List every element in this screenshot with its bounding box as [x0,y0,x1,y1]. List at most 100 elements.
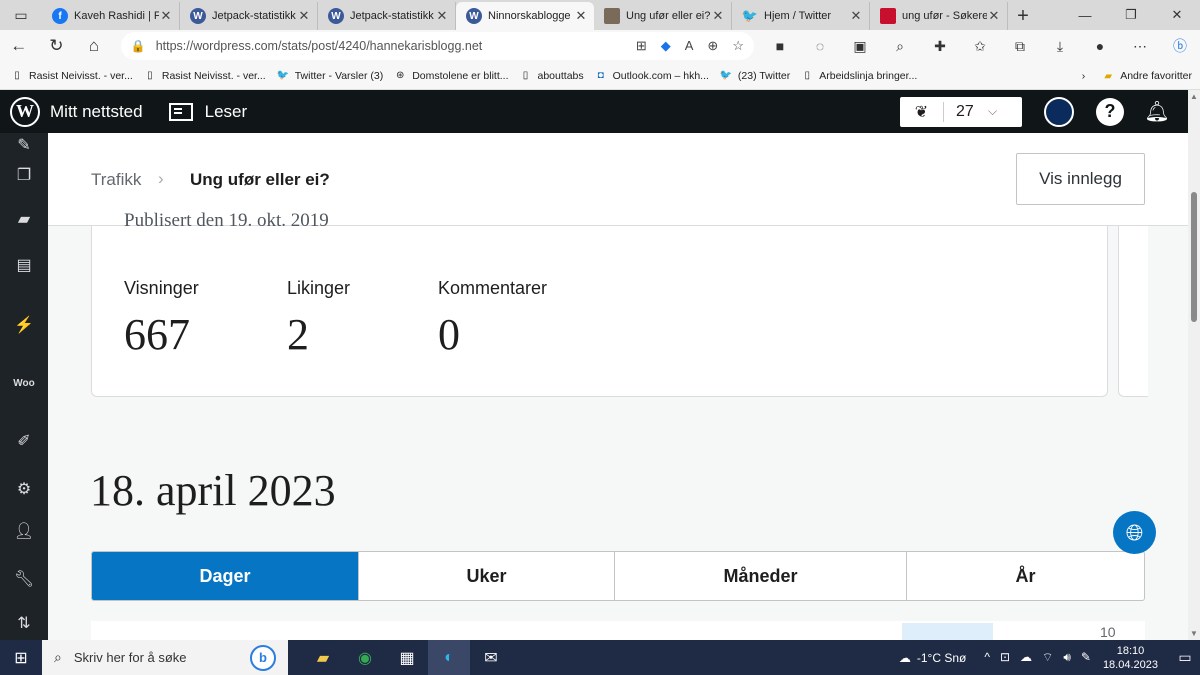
favorite-item[interactable]: ◘ Outlook.com – hkh... [594,69,709,83]
favorite-item[interactable]: ▯ Rasist Neivisst. - ver... [143,69,266,83]
profile-avatar[interactable]: ● [1080,30,1120,62]
taskbar-search[interactable]: ⌕ Skriv her for å søke b [42,640,288,675]
browser-tab-active[interactable]: W Ninnorskablogge ✕ [456,2,594,30]
feedback-icon[interactable]: ▤ [12,253,36,277]
favorites-icon[interactable]: ✩ [960,30,1000,62]
site-switcher[interactable]: ❦ 27 ⌵ [900,96,1022,127]
onedrive-icon[interactable]: ☁ [1020,650,1032,665]
weather-widget[interactable]: ☁ -1°C Snø [899,651,966,665]
favorite-item[interactable]: ▯ Arbeidslinja bringer... [800,69,917,83]
close-icon[interactable]: ✕ [159,8,173,24]
refresh-icon[interactable]: ↻ [38,30,76,62]
comments-icon[interactable]: ▰ [12,207,36,231]
scrollbar-thumb[interactable] [1191,192,1197,322]
favorite-item[interactable]: ▯ Rasist Neivisst. - ver... [10,69,133,83]
extension-black-icon[interactable]: ■ [760,30,800,62]
close-icon[interactable]: ✕ [574,8,588,24]
browser-tab[interactable]: Ung ufør eller ei? ✕ [594,2,732,30]
browser-tab[interactable]: f Kaveh Rashidi | Fa ✕ [42,2,180,30]
close-icon[interactable]: ✕ [711,8,725,24]
favorite-item[interactable]: 🐦 Twitter - Varsler (3) [276,69,383,83]
favorite-item[interactable]: ▯ abouttabs [519,69,584,83]
posts-icon[interactable]: ✎ [12,133,36,157]
tab-months[interactable]: Måneder [615,552,907,600]
coupon-icon[interactable]: ◆ [661,38,671,54]
notifications-bell-icon[interactable]: 🔔︎ [1144,100,1169,124]
stat-likes: Likinger 2 [287,278,350,360]
browser-tab[interactable]: W Jetpack-statistikk ✕ [318,2,456,30]
volume-icon[interactable]: 🔊︎ [1063,650,1071,665]
settings-icon[interactable]: ⇅ [12,611,36,635]
pen-icon[interactable]: ✎ [1081,650,1091,665]
collections-icon[interactable]: ⧉ [1000,30,1040,62]
add-favorite-icon[interactable]: ☆ [732,38,744,54]
more-menu-icon[interactable]: ⋯ [1120,30,1160,62]
browser-tab[interactable]: ung ufør - Søkere ✕ [870,2,1008,30]
favorite-item[interactable]: 🐦 (23) Twitter [719,69,791,83]
breadcrumb-traffic[interactable]: Trafikk [91,170,141,190]
notifications-icon[interactable]: ▭ [1170,649,1200,666]
jetpack-icon[interactable]: ⚡ [12,313,36,337]
reader-link[interactable]: Leser [168,102,247,122]
chart-bar[interactable] [902,623,993,640]
language-globe-icon[interactable]: 🌐︎ [1113,511,1156,554]
file-explorer-icon[interactable]: ▰ [302,640,344,675]
new-tab-button[interactable]: + [1008,2,1038,30]
clock[interactable]: 18:10 18.04.2023 [1103,644,1158,672]
woocommerce-icon[interactable]: Woo [12,371,36,395]
windows-start-icon[interactable]: ⊞ [0,640,42,675]
close-icon[interactable]: ✕ [435,8,449,24]
tab-years[interactable]: År [907,552,1144,600]
minimize-icon[interactable]: — [1062,0,1108,30]
extension-icon[interactable]: ◌ [800,30,840,62]
favorite-item[interactable]: ⊛ Domstolene er blitt... [393,69,509,83]
chrome-icon[interactable]: ◉ [344,640,386,675]
network-icon[interactable]: ⌔ [1042,650,1053,665]
tab-label: Jetpack-statistikk [350,10,434,22]
lock-icon[interactable]: 🔒 [131,39,146,53]
help-icon[interactable]: ? [1096,97,1124,126]
scroll-up-icon[interactable]: ▲ [1190,92,1198,101]
camera-extension-icon[interactable]: ▣ [840,30,880,62]
store-icon[interactable]: ▦ [386,640,428,675]
bing-copilot-icon[interactable]: ⓑ [1160,30,1200,62]
search-extension-icon[interactable]: ⌕ [880,30,920,62]
view-post-button[interactable]: Vis innlegg [1016,153,1145,205]
mail-icon[interactable]: ✉ [470,640,512,675]
plugins-icon[interactable]: ⚙ [12,477,36,501]
stat-label: Kommentarer [438,278,548,298]
wordpress-logo-icon[interactable]: W [10,96,40,127]
tab-weeks[interactable]: Uker [359,552,615,600]
app-available-icon[interactable]: ⊞ [636,38,647,54]
browser-tab[interactable]: 🐦 Hjem / Twitter ✕ [732,2,870,30]
meet-now-icon[interactable]: ⊡ [1000,650,1010,665]
avatar[interactable] [1044,96,1074,127]
tab-actions-icon[interactable]: ▭ [0,0,42,30]
edge-icon[interactable]: ◐ [428,640,470,675]
chevron-right-icon[interactable]: › [1082,70,1086,82]
url-input[interactable]: 🔒 https://wordpress.com/stats/post/4240/… [120,32,754,60]
users-icon[interactable]: 👤︎ [12,519,36,543]
extensions-icon[interactable]: ✚ [920,30,960,62]
read-aloud-icon[interactable]: A [685,38,694,54]
bing-icon[interactable]: b [250,644,276,671]
close-icon[interactable]: ✕ [297,8,311,24]
downloads-icon[interactable]: ⤓ [1040,30,1080,62]
close-icon[interactable]: ✕ [849,8,863,24]
other-favorites[interactable]: ▰ Andre favoritter [1101,69,1192,83]
restore-icon[interactable]: ❐ [1108,0,1154,30]
back-icon[interactable]: ← [0,30,38,62]
close-window-icon[interactable]: ✕ [1154,0,1200,30]
tab-days[interactable]: Dager [92,552,359,600]
my-site-link[interactable]: Mitt nettsted [50,102,143,122]
pages-icon[interactable]: ❐ [12,163,36,187]
page-scrollbar[interactable]: ▲ ▼ [1188,90,1200,640]
tools-icon[interactable]: 🔧︎ [12,567,36,591]
zoom-icon[interactable]: ⊕ [707,38,718,54]
appearance-icon[interactable]: ✐ [12,429,36,453]
scroll-down-icon[interactable]: ▼ [1190,629,1198,638]
show-hidden-icons-icon[interactable]: ^ [984,650,990,665]
home-icon[interactable]: ⌂ [75,30,113,62]
browser-tab[interactable]: W Jetpack-statistikk ✕ [180,2,318,30]
close-icon[interactable]: ✕ [987,8,1001,24]
